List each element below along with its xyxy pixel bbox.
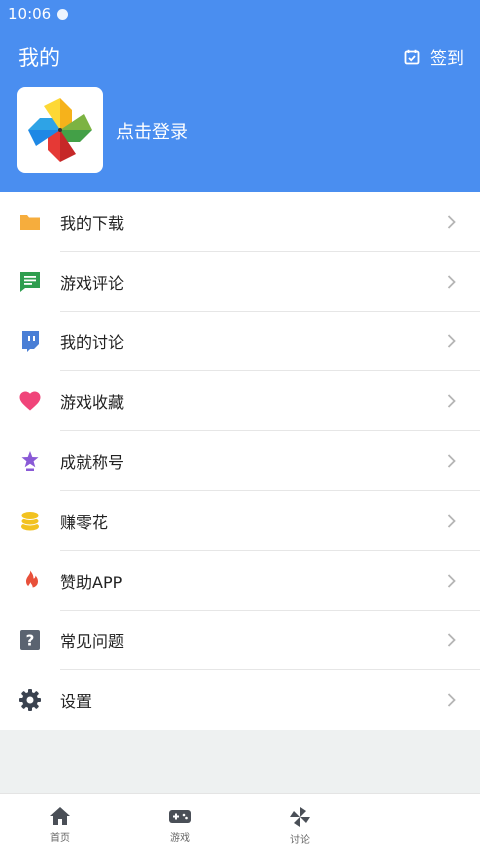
folder-icon: [18, 210, 42, 234]
notification-icon: [57, 8, 69, 20]
coins-icon: [18, 509, 42, 533]
status-time: 10:06: [8, 5, 52, 23]
menu-item-label: 赞助APP: [60, 572, 123, 592]
menu-item-downloads[interactable]: 我的下载: [0, 192, 480, 252]
tab-label: 游戏: [170, 833, 190, 844]
login-link[interactable]: 点击登录: [116, 118, 188, 144]
bottom-tab-bar: 首页 游戏 讨论: [0, 793, 480, 853]
pinwheel-icon: [290, 807, 310, 827]
profile-header: 我的 签到 点击登录: [0, 28, 480, 192]
menu-item-game-comments[interactable]: 游戏评论: [0, 252, 480, 312]
menu-item-my-discussions[interactable]: 我的讨论: [0, 312, 480, 372]
menu-item-label: 赚零花: [60, 512, 109, 532]
gear-icon: [18, 688, 42, 712]
status-bar: 10:06: [0, 0, 480, 28]
checkin-button[interactable]: 签到: [404, 44, 464, 69]
app-logo-icon: [28, 98, 92, 162]
help-icon: ?: [18, 628, 42, 652]
tab-games[interactable]: 游戏: [150, 806, 210, 844]
menu-item-faq[interactable]: ? 常见问题: [0, 611, 480, 671]
menu-item-label: 游戏评论: [60, 273, 125, 293]
tab-discussion[interactable]: 讨论: [270, 806, 330, 846]
svg-text:?: ?: [26, 632, 35, 650]
tab-label: 首页: [50, 833, 70, 844]
menu-item-label: 成就称号: [60, 453, 125, 473]
chevron-right-icon: [447, 394, 456, 408]
menu-item-settings[interactable]: 设置: [0, 670, 480, 730]
chevron-right-icon: [447, 275, 456, 289]
chevron-right-icon: [447, 334, 456, 349]
menu-item-label: 游戏收藏: [60, 393, 125, 413]
menu-item-label: 设置: [60, 692, 93, 712]
home-icon: [50, 807, 70, 825]
discussion-icon: [18, 329, 42, 353]
tab-home[interactable]: 首页: [30, 806, 90, 844]
flame-icon: [18, 569, 42, 593]
heart-icon: [18, 389, 42, 413]
page-title: 我的: [18, 46, 60, 70]
chevron-right-icon: [447, 574, 456, 588]
chevron-right-icon: [447, 633, 456, 648]
avatar[interactable]: [17, 87, 103, 173]
chevron-right-icon: [447, 514, 456, 528]
chevron-right-icon: [447, 215, 456, 229]
menu-item-sponsor[interactable]: 赞助APP: [0, 551, 480, 611]
chevron-right-icon: [447, 454, 456, 468]
menu-item-label: 我的讨论: [60, 333, 125, 353]
menu-item-favorites[interactable]: 游戏收藏: [0, 371, 480, 432]
comment-icon: [18, 270, 42, 294]
menu-list: 我的下载 游戏评论 我的讨论 游戏收藏 成就称号 赚零花 赞助APP ? 常见问…: [0, 192, 480, 731]
menu-item-label: 我的下载: [60, 213, 125, 233]
checkin-label: 签到: [430, 49, 464, 69]
menu-item-earn[interactable]: 赚零花: [0, 491, 480, 551]
achievement-icon: [18, 449, 42, 473]
calendar-check-icon: [404, 49, 420, 64]
gamepad-icon: [169, 810, 191, 823]
menu-item-achievements[interactable]: 成就称号: [0, 431, 480, 491]
menu-item-label: 常见问题: [60, 632, 125, 652]
chevron-right-icon: [447, 693, 456, 707]
tab-label: 讨论: [290, 835, 310, 846]
